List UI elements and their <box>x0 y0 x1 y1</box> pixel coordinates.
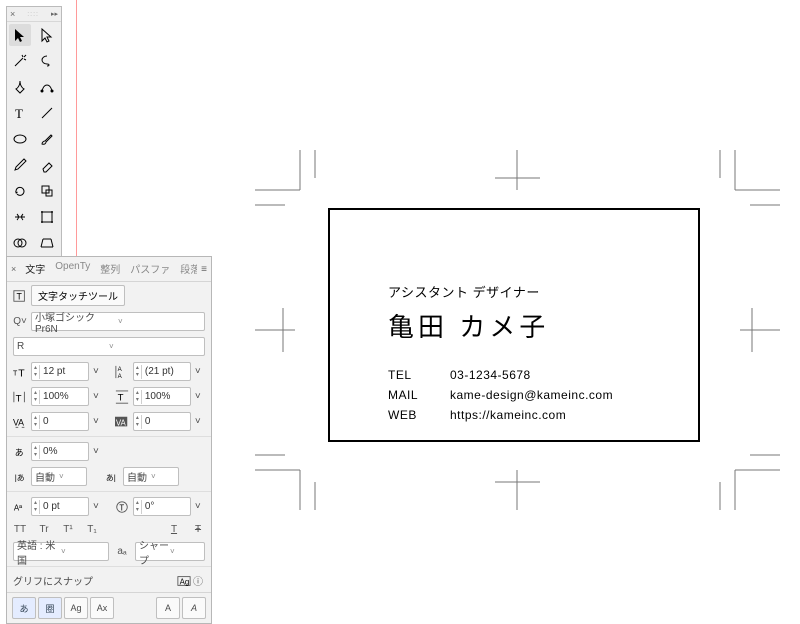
font-family-select[interactable]: 小塚ゴシック Pr6N˅ <box>31 312 205 331</box>
svg-text:あ: あ <box>15 447 24 457</box>
baseline-shift-input[interactable]: ▴▾ <box>31 497 89 516</box>
panel-tabs: 文字 OpenTy 整列 パスファ 段落 <box>20 257 197 281</box>
tsume-input[interactable]: ▴▾ <box>31 442 89 461</box>
svg-text:T: T <box>13 370 18 377</box>
line-segment-tool[interactable] <box>36 102 58 124</box>
rotate-tool[interactable] <box>9 180 31 202</box>
antialias-select[interactable]: シャープ˅ <box>135 542 205 561</box>
touch-type-tool-button[interactable]: 文字タッチツール <box>31 285 125 306</box>
char-rotation-input[interactable]: ▴▾ <box>133 497 191 516</box>
svg-text:Ag: Ag <box>180 577 190 586</box>
perspective-grid-tool[interactable] <box>36 232 58 254</box>
kerning-input[interactable]: ▴▾ <box>31 412 89 431</box>
subscript-button[interactable]: T₁ <box>85 522 99 536</box>
vertical-scale-input[interactable]: ▴▾ <box>31 387 89 406</box>
aki-before-icon: |あ <box>13 470 27 484</box>
tab-align[interactable]: 整列 <box>95 257 125 281</box>
snap-baseline-button[interactable]: あ <box>12 597 36 619</box>
svg-text:VA: VA <box>116 418 127 427</box>
selection-tool[interactable] <box>9 24 31 46</box>
pen-tool[interactable] <box>9 76 31 98</box>
svg-text:|あ: |あ <box>15 473 25 482</box>
card-tel-row: TEL 03-1234-5678 <box>388 368 613 382</box>
artboard[interactable]: アシスタント デザイナー 亀田 カメ子 TEL 03-1234-5678 MAI… <box>328 208 700 442</box>
svg-text:VA: VA <box>13 417 24 427</box>
card-role: アシスタント デザイナー <box>388 282 549 301</box>
leading-icon: AA <box>115 365 129 379</box>
svg-text:A: A <box>117 366 122 373</box>
svg-text:T: T <box>16 393 22 404</box>
touch-type-icon: T <box>13 289 27 303</box>
smallcaps-button[interactable]: Tr <box>37 522 51 536</box>
snap-xheight-button[interactable]: Ax <box>90 597 114 619</box>
aki-after-select[interactable]: 自動˅ <box>123 467 179 486</box>
hscale-icon: T <box>115 390 129 404</box>
svg-text:T: T <box>119 503 124 512</box>
tab-character[interactable]: 文字 <box>20 257 50 281</box>
shape-builder-tool[interactable] <box>9 232 31 254</box>
card-web-row: WEB https://kameinc.com <box>388 408 613 422</box>
direct-selection-tool[interactable] <box>36 24 58 46</box>
antialias-icon: aₐ <box>115 545 129 559</box>
fontsize-icon: TT <box>13 365 27 379</box>
leading-input[interactable]: ▴▾ <box>133 362 191 381</box>
strikethrough-button[interactable]: Ŧ <box>191 522 205 536</box>
ellipse-tool[interactable] <box>9 128 31 150</box>
character-panel: × 文字 OpenTy 整列 パスファ 段落 ≡ T 文字タッチツール Q˅ 小… <box>6 256 212 624</box>
glyph-snap-info-icon[interactable]: ⓘ <box>191 574 205 588</box>
svg-text:A: A <box>117 373 122 379</box>
lasso-tool[interactable] <box>36 50 58 72</box>
horizontal-scale-input[interactable]: ▴▾ <box>133 387 191 406</box>
snap-left-button[interactable]: A <box>156 597 180 619</box>
svg-text:T: T <box>15 106 23 121</box>
tab-pathfinder[interactable]: パスファ <box>125 257 175 281</box>
scale-tool[interactable] <box>36 180 58 202</box>
snap-embox-button[interactable]: 圈 <box>38 597 62 619</box>
aki-after-icon: あ| <box>105 470 119 484</box>
collapse-icon[interactable]: ▸▸ <box>51 10 58 18</box>
panel-grip[interactable]: :::: <box>19 11 47 17</box>
free-transform-tool[interactable] <box>36 206 58 228</box>
svg-text:T: T <box>17 291 23 301</box>
close-icon[interactable]: × <box>7 262 20 276</box>
panel-menu-icon[interactable]: ≡ <box>197 262 211 277</box>
glyph-snap-label: グリフにスナップ <box>13 573 93 588</box>
paintbrush-tool[interactable] <box>36 128 58 150</box>
card-name: 亀田 カメ子 <box>388 307 549 344</box>
pencil-tool[interactable] <box>9 154 31 176</box>
font-size-input[interactable]: ▴▾ <box>31 362 89 381</box>
font-style-select[interactable]: R˅ <box>13 337 205 356</box>
tracking-input[interactable]: ▴▾ <box>133 412 191 431</box>
kerning-icon: VA <box>13 415 27 429</box>
tab-opentype[interactable]: OpenTy <box>50 257 95 281</box>
aki-before-select[interactable]: 自動˅ <box>31 467 87 486</box>
language-select[interactable]: 英語 : 米国˅ <box>13 542 109 561</box>
tracking-icon: VA <box>115 415 129 429</box>
curvature-tool[interactable] <box>36 76 58 98</box>
underline-button[interactable]: T <box>167 522 181 536</box>
width-tool[interactable] <box>9 206 31 228</box>
snap-glyph-button[interactable]: Ag <box>64 597 88 619</box>
svg-text:T: T <box>18 367 25 379</box>
tsume-icon: あ <box>13 445 27 459</box>
eraser-tool[interactable] <box>36 154 58 176</box>
type-tool[interactable]: T <box>9 102 31 124</box>
baseline-shift-icon: Aª <box>13 500 27 514</box>
svg-text:あ|: あ| <box>106 473 116 482</box>
fontfamily-search-icon[interactable]: Q˅ <box>13 315 27 329</box>
glyph-snap-toggle-icon[interactable]: Ag <box>177 574 191 588</box>
char-rotation-icon: T <box>115 500 129 514</box>
svg-text:T: T <box>117 392 123 403</box>
snap-right-button[interactable]: A <box>182 597 206 619</box>
card-mail-row: MAIL kame-design@kameinc.com <box>388 388 613 402</box>
magic-wand-tool[interactable] <box>9 50 31 72</box>
allcaps-button[interactable]: TT <box>13 522 27 536</box>
vscale-icon: T <box>13 390 27 404</box>
close-icon[interactable]: × <box>10 9 15 19</box>
svg-text:Aª: Aª <box>14 503 22 512</box>
tab-paragraph[interactable]: 段落 <box>175 257 197 281</box>
superscript-button[interactable]: T¹ <box>61 522 75 536</box>
